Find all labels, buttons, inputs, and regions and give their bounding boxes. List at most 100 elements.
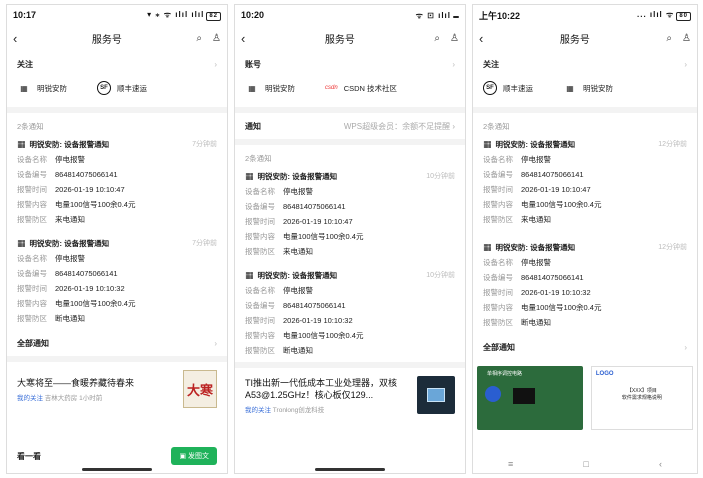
back-nav-icon[interactable]: ‹ (659, 459, 662, 469)
csdn-logo-icon: csdn (325, 85, 338, 91)
screen-3: 上午10:22 ... ılıl ᯤ 80 ‹ 服务号 ⌕ ♙ 关注 › SF 顺… (472, 4, 698, 474)
account-mingrui[interactable]: ▦ 明锐安防 (563, 83, 613, 94)
notice-card[interactable]: ▦ 明锐安防: 设备报警通知 10分钟前 设备名称 停电报警 设备编号 8648140… (245, 168, 455, 259)
article-meta: Tronlong创龙科技 (271, 406, 325, 414)
field-label: 报警内容 (483, 303, 513, 312)
device-icon: ▦ (245, 269, 254, 280)
notice-list: 2条通知 ▦ 明锐安防: 设备报警通知 10分钟前 设备名称 停电报警 设备编号 86… (235, 145, 465, 362)
account-csdn[interactable]: csdn CSDN 技术社区 (325, 83, 397, 94)
account-name: 明锐安防 (265, 83, 295, 93)
field-label: 报警时间 (17, 185, 47, 194)
image-icon: ▣ (179, 453, 188, 460)
profile-icon[interactable]: ♙ (450, 33, 459, 44)
field-label: 报警内容 (245, 232, 275, 241)
field-value: 电量100信号100余0.4元 (283, 331, 364, 340)
notice-time: 7分钟前 (192, 240, 217, 247)
field-label: 报警防区 (245, 247, 275, 256)
all-notices-row[interactable]: 全部通知 › (17, 334, 217, 352)
follow-label: 关注 (483, 59, 499, 69)
field-value: 断电通知 (55, 314, 85, 323)
article-thumbnail (417, 376, 455, 414)
device-icon: ▦ (17, 237, 26, 248)
notice-card[interactable]: ▦ 明锐安防: 设备报警通知 7分钟前 设备名称 停电报警 设备编号 86481407… (17, 136, 217, 227)
menu-icon[interactable]: ≡ (508, 459, 513, 469)
chevron-right-icon: › (214, 59, 217, 69)
article-card[interactable]: TI推出新一代低成本工业处理器，双核A53@1.25GHz！核心板仅129...… (235, 368, 465, 422)
home-icon[interactable]: □ (583, 459, 588, 469)
field-value: 电量100信号100余0.4元 (55, 200, 136, 209)
battery-icon: 80 (676, 12, 691, 21)
search-icon[interactable]: ⌕ (196, 33, 202, 44)
document-image[interactable]: LOGO 【XXX】项目 软件需求规格说明 (590, 366, 693, 430)
image-feed: 单相序调控电路 LOGO 【XXX】项目 软件需求规格说明 (473, 360, 697, 436)
follow-row[interactable]: 关注 › (17, 55, 217, 73)
sf-logo-icon: SF (483, 81, 497, 95)
notice-time: 10分钟前 (426, 272, 455, 279)
field-label: 设备编号 (17, 269, 47, 278)
status-icons: ▾ ⁎ ᯤ ılıl ılıl (147, 10, 205, 19)
field-value: 停电报警 (521, 258, 551, 267)
article-card[interactable]: 大寒将至——食暖养藏待春来 我的关注 吉林大药房 1小时前 大寒 (7, 362, 227, 416)
post-button-label: 发图文 (188, 453, 209, 460)
account-sf[interactable]: SF 顺丰速运 (97, 81, 147, 95)
field-value: 停电报警 (283, 286, 313, 295)
field-label: 报警内容 (483, 200, 513, 209)
status-time: 10:20 (241, 10, 265, 20)
status-bar: 上午10:22 ... ılıl ᯤ 80 (473, 5, 697, 25)
doc-line: 【XXX】项目 (626, 388, 657, 394)
account-sf[interactable]: SF 顺丰速运 (483, 81, 533, 95)
status-bar: 10:20 ᯤ ⊡ ılıl (235, 5, 465, 25)
follow-row[interactable]: 关注 › (483, 55, 687, 73)
account-mingrui[interactable]: ▦ 明锐安防 (245, 83, 295, 94)
home-indicator[interactable] (315, 468, 385, 471)
field-label: 报警时间 (483, 288, 513, 297)
profile-icon[interactable]: ♙ (212, 33, 221, 44)
field-label: 设备名称 (245, 286, 275, 295)
field-label: 设备名称 (483, 258, 513, 267)
circuit-board-image[interactable]: 单相序调控电路 (477, 366, 583, 430)
search-icon[interactable]: ⌕ (434, 33, 440, 44)
notice-card[interactable]: ▦ 明锐安防: 设备报警通知 12分钟前 设备名称 停电报警 设备编号 8648140… (483, 239, 687, 330)
field-value: 2026-01-19 10:10:47 (521, 185, 591, 194)
profile-icon[interactable]: ♙ (682, 33, 691, 44)
search-icon[interactable]: ⌕ (666, 33, 672, 44)
field-label: 报警时间 (245, 217, 275, 226)
back-icon[interactable]: ‹ (479, 31, 483, 46)
notice-time: 10分钟前 (426, 173, 455, 180)
field-value: 864814075066141 (283, 202, 346, 211)
nav-bar: ‹ 服务号 ⌕ ♙ (7, 25, 227, 51)
post-button[interactable]: ▣ 发图文 (171, 447, 217, 465)
field-label: 报警防区 (17, 215, 47, 224)
notice-title: 明锐安防: 设备报警通知 (257, 270, 338, 280)
field-label: 报警时间 (483, 185, 513, 194)
battery-icon (453, 15, 459, 18)
notify-preview: WPS超级会员：余额不足提醒 (343, 121, 451, 131)
field-label: 设备编号 (483, 170, 513, 179)
account-mingrui[interactable]: ▦ 明锐安防 (17, 83, 67, 94)
all-notices-row[interactable]: 全部通知 › (483, 338, 687, 356)
field-value: 电量100信号100余0.4元 (55, 299, 136, 308)
field-value: 停电报警 (55, 155, 85, 164)
notice-title: 明锐安防: 设备报警通知 (29, 238, 110, 248)
mingrui-logo-icon: ▦ (20, 83, 28, 93)
nav-bar: ‹ 服务号 ⌕ ♙ (473, 25, 697, 51)
notice-card[interactable]: ▦ 明锐安防: 设备报警通知 7分钟前 设备名称 停电报警 设备编号 86481407… (17, 235, 217, 326)
article-thumbnail: 大寒 (183, 370, 217, 408)
back-icon[interactable]: ‹ (241, 31, 245, 46)
notice-title: 明锐安防: 设备报警通知 (29, 139, 110, 149)
account-row[interactable]: 账号 › (245, 55, 455, 73)
notice-card[interactable]: ▦ 明锐安防: 设备报警通知 12分钟前 设备名称 停电报警 设备编号 8648140… (483, 136, 687, 227)
screen-1: 10:17 ▾ ⁎ ᯤ ılıl ılıl 82 ‹ 服务号 ⌕ ♙ 关注 › ▦… (6, 4, 228, 474)
look-label: 看一看 (17, 451, 41, 461)
field-value: 断电通知 (521, 318, 551, 327)
notify-row[interactable]: 通知 WPS超级会员：余额不足提醒 › (245, 117, 455, 135)
chevron-right-icon: › (214, 338, 217, 348)
chevron-right-icon: › (684, 342, 687, 352)
field-label: 报警防区 (245, 346, 275, 355)
back-icon[interactable]: ‹ (13, 31, 17, 46)
device-icon: ▦ (483, 138, 492, 149)
notice-card[interactable]: ▦ 明锐安防: 设备报警通知 10分钟前 设备名称 停电报警 设备编号 8648140… (245, 267, 455, 358)
status-icons: ... ılıl ᯤ (637, 10, 675, 19)
notice-count: 2条通知 (17, 122, 44, 131)
home-indicator[interactable] (82, 468, 152, 471)
